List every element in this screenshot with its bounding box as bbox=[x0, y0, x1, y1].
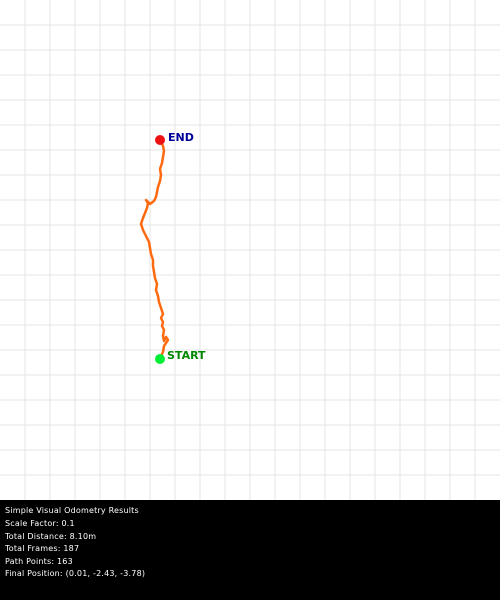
end-label: END bbox=[168, 131, 194, 144]
results-title: Simple Visual Odometry Results bbox=[5, 506, 139, 515]
trajectory-plot: START END bbox=[0, 0, 500, 500]
scale-factor: Scale Factor: 0.1 bbox=[5, 519, 75, 528]
final-position: Final Position: (0.01, -2.43, -3.78) bbox=[5, 569, 146, 578]
total-distance: Total Distance: 8.10m bbox=[5, 532, 97, 541]
grid bbox=[0, 0, 500, 500]
start-marker bbox=[155, 354, 165, 364]
total-frames: Total Frames: 187 bbox=[5, 544, 80, 553]
results-panel: Simple Visual Odometry Results Scale Fac… bbox=[0, 500, 500, 600]
path-points: Path Points: 163 bbox=[5, 557, 73, 566]
start-label: START bbox=[167, 349, 206, 362]
trajectory-canvas: START END bbox=[0, 0, 500, 500]
end-marker bbox=[155, 135, 165, 145]
